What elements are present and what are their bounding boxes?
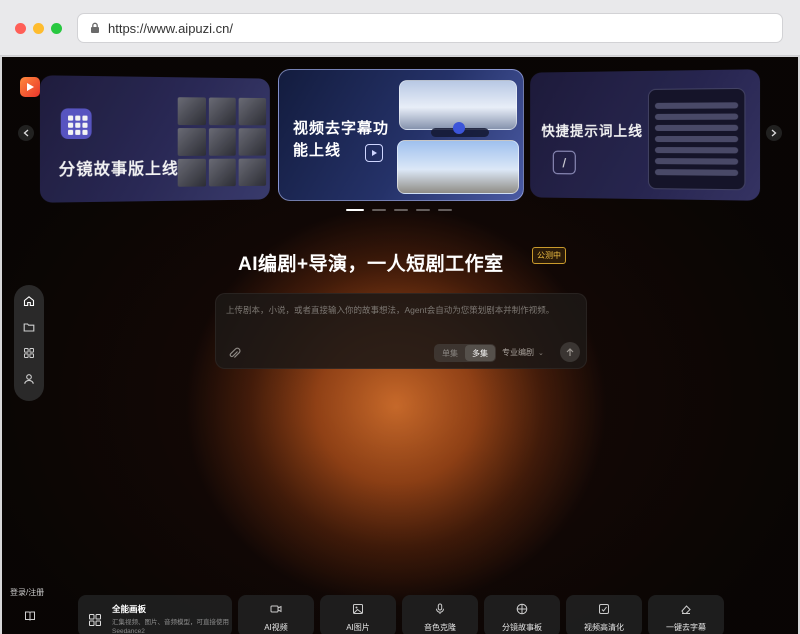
book-icon[interactable] xyxy=(24,609,36,621)
tool-label: 分镜故事板 xyxy=(502,622,542,633)
maximize-window-button[interactable] xyxy=(51,23,62,34)
lock-icon xyxy=(90,22,100,34)
tool-remove-subtitles[interactable]: 一键去字幕 xyxy=(648,595,724,634)
page-viewport: 分镜故事版上线 视频去字幕功能上线 / 快捷提示词上线 AI编剧+导演，一人短剧… xyxy=(2,57,798,634)
banner-quick-prompts[interactable]: / 快捷提示词上线 xyxy=(530,69,760,201)
tool-storyboard[interactable]: 分镜故事板 xyxy=(484,595,560,634)
tool-canvas[interactable]: 全能画板 汇集视频、图片、音频模型，可直接使用Seedance2 xyxy=(78,595,232,634)
story-prompt-box[interactable]: 上传剧本，小说，或者直接输入你的故事想法，Agent会自动为您策划剧本并制作视频… xyxy=(215,293,587,369)
sidebar-nav xyxy=(14,285,44,401)
carousel-pagination xyxy=(346,209,452,211)
app-logo[interactable] xyxy=(20,77,40,97)
carousel-dot[interactable] xyxy=(394,209,408,211)
apps-icon xyxy=(88,613,102,627)
send-button[interactable] xyxy=(560,342,580,362)
apps-icon[interactable] xyxy=(22,346,36,360)
tool-label: 一键去字幕 xyxy=(666,622,706,633)
carousel-prev-button[interactable] xyxy=(18,125,34,141)
banner-storyboard[interactable]: 分镜故事版上线 xyxy=(40,75,270,202)
prompt-input[interactable]: 上传剧本，小说，或者直接输入你的故事想法，Agent会自动为您策划剧本并制作视频… xyxy=(226,304,554,316)
arrow-up-icon xyxy=(566,348,574,357)
chevron-down-icon: ⌄ xyxy=(538,350,544,357)
image-icon xyxy=(352,602,364,614)
sample-image-after xyxy=(397,140,519,194)
eraser-icon xyxy=(680,602,692,614)
play-icon xyxy=(365,144,383,162)
storyboard-thumbnails xyxy=(178,97,266,187)
mic-icon xyxy=(434,602,446,614)
close-window-button[interactable] xyxy=(15,23,26,34)
tool-label: 视频高清化 xyxy=(584,622,624,633)
banner-remove-subtitles[interactable]: 视频去字幕功能上线 xyxy=(278,69,524,201)
carousel-dot[interactable] xyxy=(372,209,386,211)
video-icon xyxy=(270,602,282,614)
minimize-window-button[interactable] xyxy=(33,23,44,34)
multi-episode-option[interactable]: 多集 xyxy=(465,345,495,361)
episode-toggle[interactable]: 单集 多集 xyxy=(434,344,496,362)
mode-select[interactable]: 专业编剧 ⌄ xyxy=(502,347,544,358)
prompt-menu-preview xyxy=(648,88,746,190)
banner-title: 快捷提示词上线 xyxy=(541,121,643,141)
mode-label: 专业编剧 xyxy=(502,348,534,357)
home-icon[interactable] xyxy=(22,294,36,308)
tool-label: AI视频 xyxy=(264,622,288,633)
user-icon[interactable] xyxy=(22,372,36,386)
url-text: https://www.aipuzi.cn/ xyxy=(108,21,233,36)
chevron-left-icon xyxy=(23,129,29,137)
tool-ai-video[interactable]: AI视频 xyxy=(238,595,314,634)
address-bar[interactable]: https://www.aipuzi.cn/ xyxy=(77,13,783,43)
folder-icon[interactable] xyxy=(22,320,36,334)
single-episode-option[interactable]: 单集 xyxy=(435,345,465,361)
tool-cards: 全能画板 汇集视频、图片、音频模型，可直接使用Seedance2 AI视频 AI… xyxy=(78,595,724,634)
tool-description: 汇集视频、图片、音频模型，可直接使用Seedance2 xyxy=(112,618,230,634)
tool-voice-clone[interactable]: 音色克隆 xyxy=(402,595,478,634)
tool-title: 全能画板 xyxy=(112,603,230,615)
carousel-next-button[interactable] xyxy=(766,125,782,141)
enhance-icon xyxy=(598,602,610,614)
carousel-dot[interactable] xyxy=(416,209,430,211)
tool-ai-image[interactable]: AI图片 xyxy=(320,595,396,634)
carousel-dot[interactable] xyxy=(346,209,364,211)
grid-icon xyxy=(516,602,528,614)
chevron-right-icon xyxy=(771,129,777,137)
login-register-link[interactable]: 登录/注册 xyxy=(10,587,44,598)
carousel-dot[interactable] xyxy=(438,209,452,211)
tool-label: AI图片 xyxy=(346,622,370,633)
slash-command-icon: / xyxy=(553,151,576,175)
status-badge: 公测中 xyxy=(532,247,566,264)
banner-title: 分镜故事版上线 xyxy=(59,155,179,180)
tool-video-enhance[interactable]: 视频高清化 xyxy=(566,595,642,634)
browser-chrome: https://www.aipuzi.cn/ xyxy=(0,0,800,56)
page-title: AI编剧+导演，一人短剧工作室 xyxy=(238,249,504,276)
tool-label: 音色克隆 xyxy=(424,622,456,633)
attachment-icon[interactable] xyxy=(228,347,242,361)
storyboard-grid-icon xyxy=(61,108,92,139)
